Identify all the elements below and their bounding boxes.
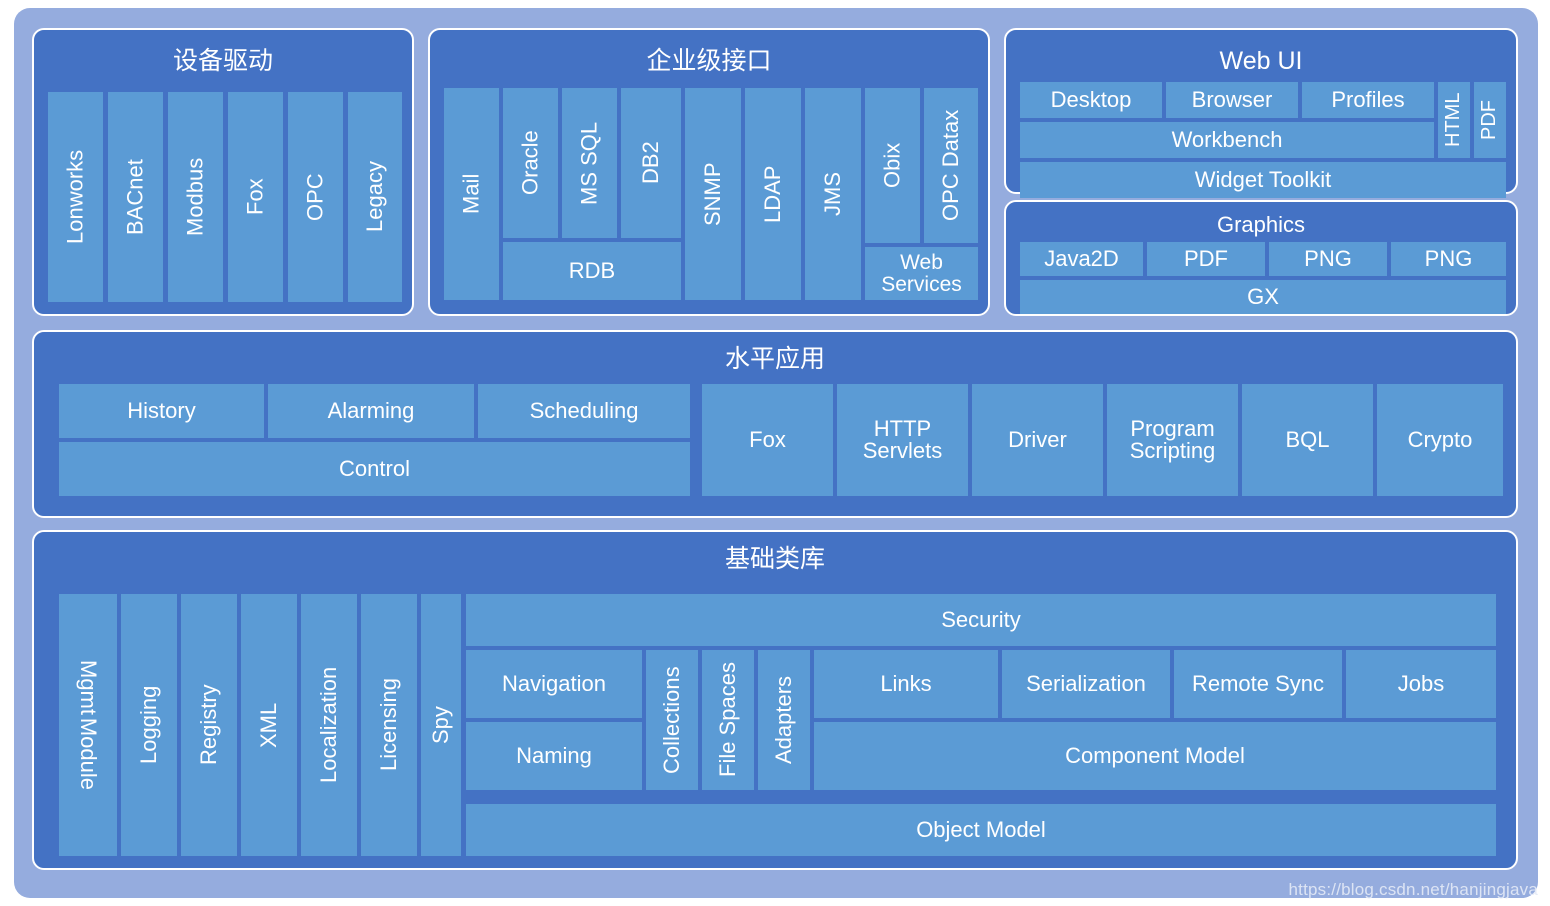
tile-widget-toolkit: Widget Toolkit (1020, 162, 1506, 198)
module-mgmt-line-1: Module (75, 717, 101, 790)
tile-ldap: LDAP (745, 88, 801, 300)
tile-module-mgmt: Module Mgmt (59, 594, 117, 856)
tile-jobs: Jobs (1346, 650, 1496, 718)
tile-java2d: Java2D (1020, 242, 1143, 276)
device-drivers-title: 设备驱动 (172, 47, 273, 75)
tile-crypto: Crypto (1377, 384, 1503, 496)
tile-legacy: Legacy (348, 92, 402, 302)
tile-snmp: SNMP (685, 88, 741, 300)
tile-pdf-graphics: PDF (1147, 242, 1265, 276)
tile-profiles: Profiles (1302, 82, 1434, 118)
tile-html: HTML (1438, 82, 1470, 158)
tile-bql: BQL (1242, 384, 1373, 496)
module-mgmt-lines: Module Mgmt (59, 594, 117, 856)
tile-adapters: Adapters (758, 650, 810, 790)
panel-horizontal-apps: 水平应用 History Alarming Scheduling Control… (32, 330, 1518, 518)
tile-fox-apps: Fox (702, 384, 833, 496)
tile-ms-sql: MS SQL (562, 88, 617, 238)
tile-scheduling: Scheduling (478, 384, 690, 438)
tile-opc: OPC (288, 92, 343, 302)
tile-modbus: Modbus (168, 92, 223, 302)
web-ui-title: Web UI (1219, 47, 1303, 75)
tile-desktop: Desktop (1020, 82, 1162, 118)
module-mgmt-line-2: Mgmt (75, 660, 101, 716)
panel-graphics: Graphics Java2D PDF PNG PNG GX (1004, 200, 1518, 316)
horizontal-apps-title: 水平应用 (724, 345, 825, 373)
graphics-title: Graphics (1216, 212, 1306, 237)
tile-lonworks: Lonworks (48, 92, 103, 302)
tile-serialization: Serialization (1002, 650, 1170, 718)
tile-alarming: Alarming (268, 384, 474, 438)
panel-web-ui: Web UI Desktop Browser Profiles HTML PDF… (1004, 28, 1518, 198)
tile-bacnet: BACnet (108, 92, 163, 302)
tile-png-1: PNG (1269, 242, 1387, 276)
tile-naming: Naming (466, 722, 642, 790)
tile-db2: DB2 (621, 88, 681, 238)
tile-pdf-webui: PDF (1474, 82, 1506, 158)
base-class-library-title: 基础类库 (724, 545, 825, 573)
watermark: https://blog.csdn.net/hanjingjava (1288, 880, 1538, 899)
tile-links: Links (814, 650, 998, 718)
tile-navigation: Navigation (466, 650, 642, 718)
tile-fox: Fox (228, 92, 283, 302)
tile-xml: XML (241, 594, 297, 856)
tile-http-servlets: HTTP Servlets (837, 384, 968, 496)
tile-object-model: Object Model (466, 804, 1496, 856)
tile-registry: Registry (181, 594, 237, 856)
tile-obix: Obix (865, 88, 920, 243)
tile-web-services: Web Services (865, 247, 978, 300)
panel-device-drivers: 设备驱动 Lonworks BACnet Modbus Fox OPC Lega… (32, 28, 414, 316)
tile-gx: GX (1020, 280, 1506, 314)
tile-mail: Mail (444, 88, 499, 300)
tile-opc-datax: OPC Datax (924, 88, 978, 243)
panel-base-class-library: 基础类库 Module Mgmt Logging Registry XML Lo… (32, 530, 1518, 870)
tile-browser: Browser (1166, 82, 1298, 118)
tile-remote-sync: Remote Sync (1174, 650, 1342, 718)
tile-driver: Driver (972, 384, 1103, 496)
tile-program-scripting: Program Scripting (1107, 384, 1238, 496)
tile-oracle: Oracle (503, 88, 558, 238)
tile-rdb: RDB (503, 242, 681, 300)
tile-control: Control (59, 442, 690, 496)
tile-localization: Localization (301, 594, 357, 856)
tile-spy: Spy (421, 594, 461, 856)
architecture-diagram: 设备驱动 Lonworks BACnet Modbus Fox OPC Lega… (0, 0, 1550, 906)
panel-enterprise-interface: 企业级接口 Mail Oracle MS SQL DB2 RDB SNMP LD… (428, 28, 990, 316)
tile-component-model: Component Model (814, 722, 1496, 790)
tile-logging: Logging (121, 594, 177, 856)
enterprise-interface-title: 企业级接口 (646, 47, 772, 75)
tile-file-spaces: File Spaces (702, 650, 754, 790)
tile-jms: JMS (805, 88, 861, 300)
tile-workbench: Workbench (1020, 122, 1434, 158)
tile-collections: Collections (646, 650, 698, 790)
tile-security: Security (466, 594, 1496, 646)
tile-png-2: PNG (1391, 242, 1506, 276)
tile-licensing: Licensing (361, 594, 417, 856)
tile-history: History (59, 384, 264, 438)
